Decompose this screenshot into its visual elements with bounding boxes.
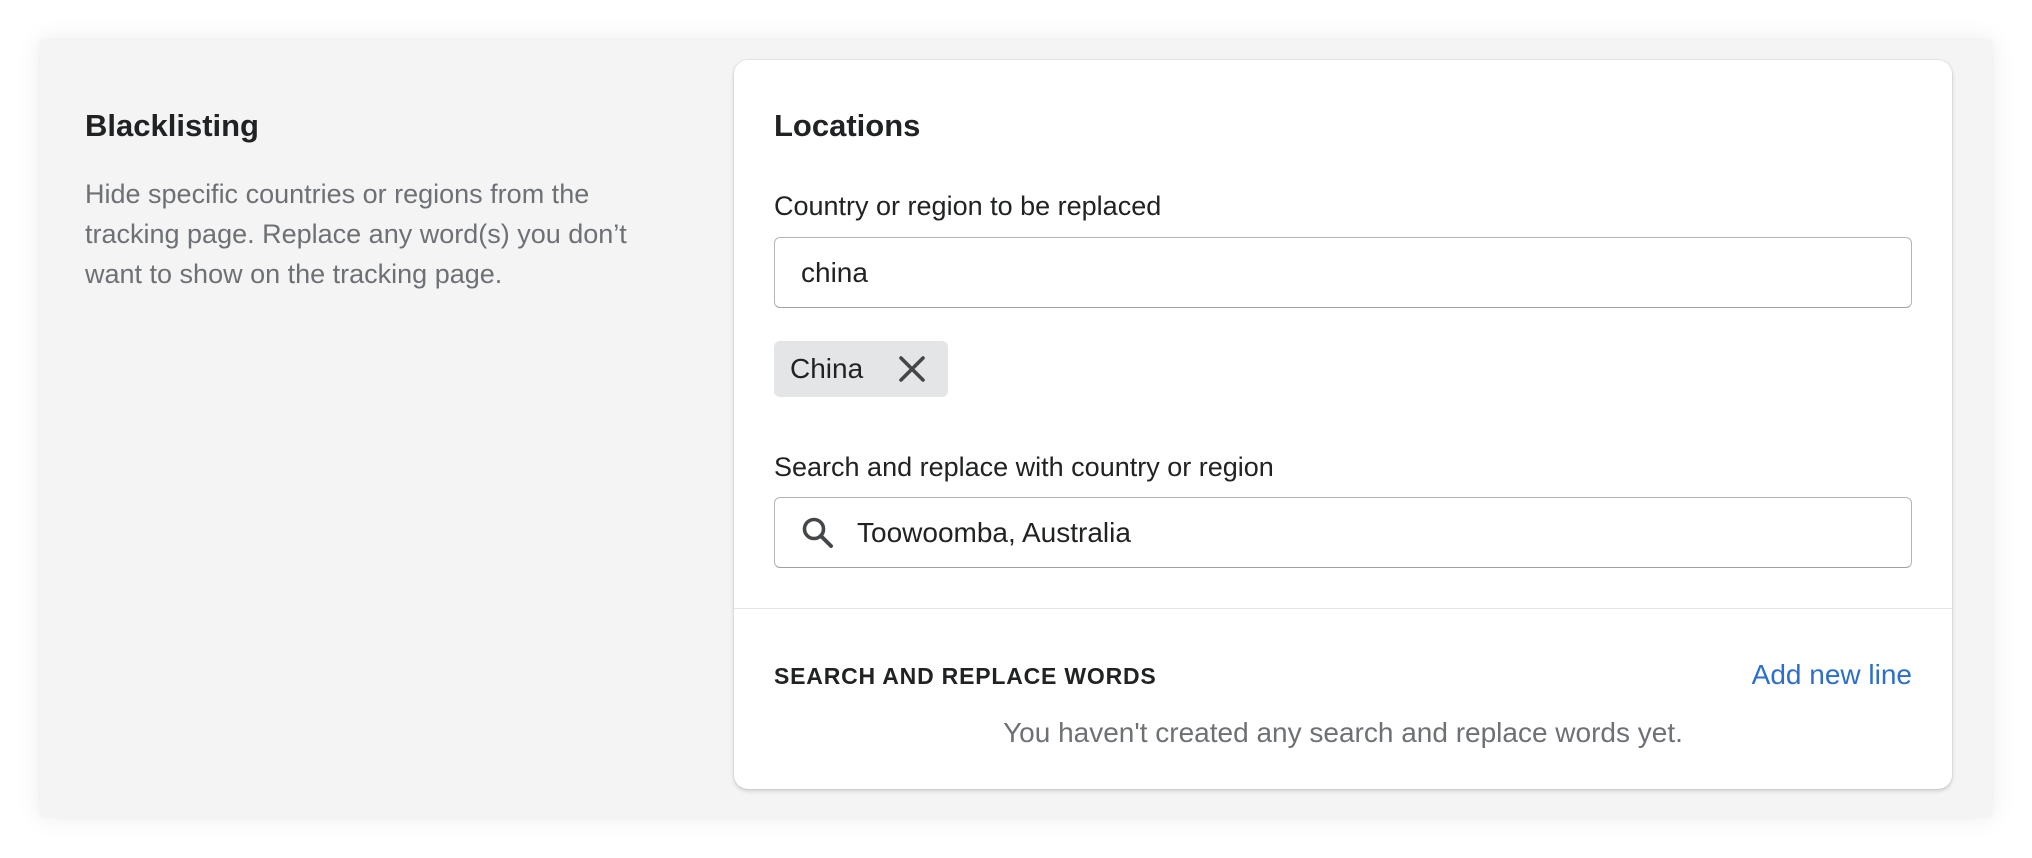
close-icon[interactable] — [896, 353, 928, 385]
words-section-heading: SEARCH AND REPLACE WORDS — [774, 663, 1157, 689]
card-title: Locations — [774, 108, 921, 143]
search-icon — [801, 516, 835, 550]
search-location-value: Toowoomba, Australia — [857, 516, 1131, 548]
replace-country-input[interactable]: china — [774, 237, 1912, 308]
section-help-text: Hide specific countries or regions from … — [85, 179, 627, 289]
add-new-line-link[interactable]: Add new line — [1752, 657, 1912, 693]
section-description: Blacklisting Hide specific countries or … — [85, 106, 665, 294]
empty-state-message: You haven't created any search and repla… — [1003, 717, 1683, 748]
search-location-input[interactable]: Toowoomba, Australia — [774, 497, 1912, 568]
settings-section: Blacklisting Hide specific countries or … — [40, 40, 1992, 817]
country-tag: China — [774, 341, 948, 397]
locations-card: Locations Country or region to be replac… — [734, 60, 1952, 789]
section-divider — [734, 608, 1952, 609]
country-tag-label: China — [790, 353, 864, 384]
replace-field-label: Country or region to be replaced — [774, 191, 1162, 221]
search-field-label: Search and replace with country or regio… — [774, 452, 1274, 482]
replace-country-value: china — [801, 256, 868, 288]
section-title: Blacklisting — [85, 108, 259, 143]
